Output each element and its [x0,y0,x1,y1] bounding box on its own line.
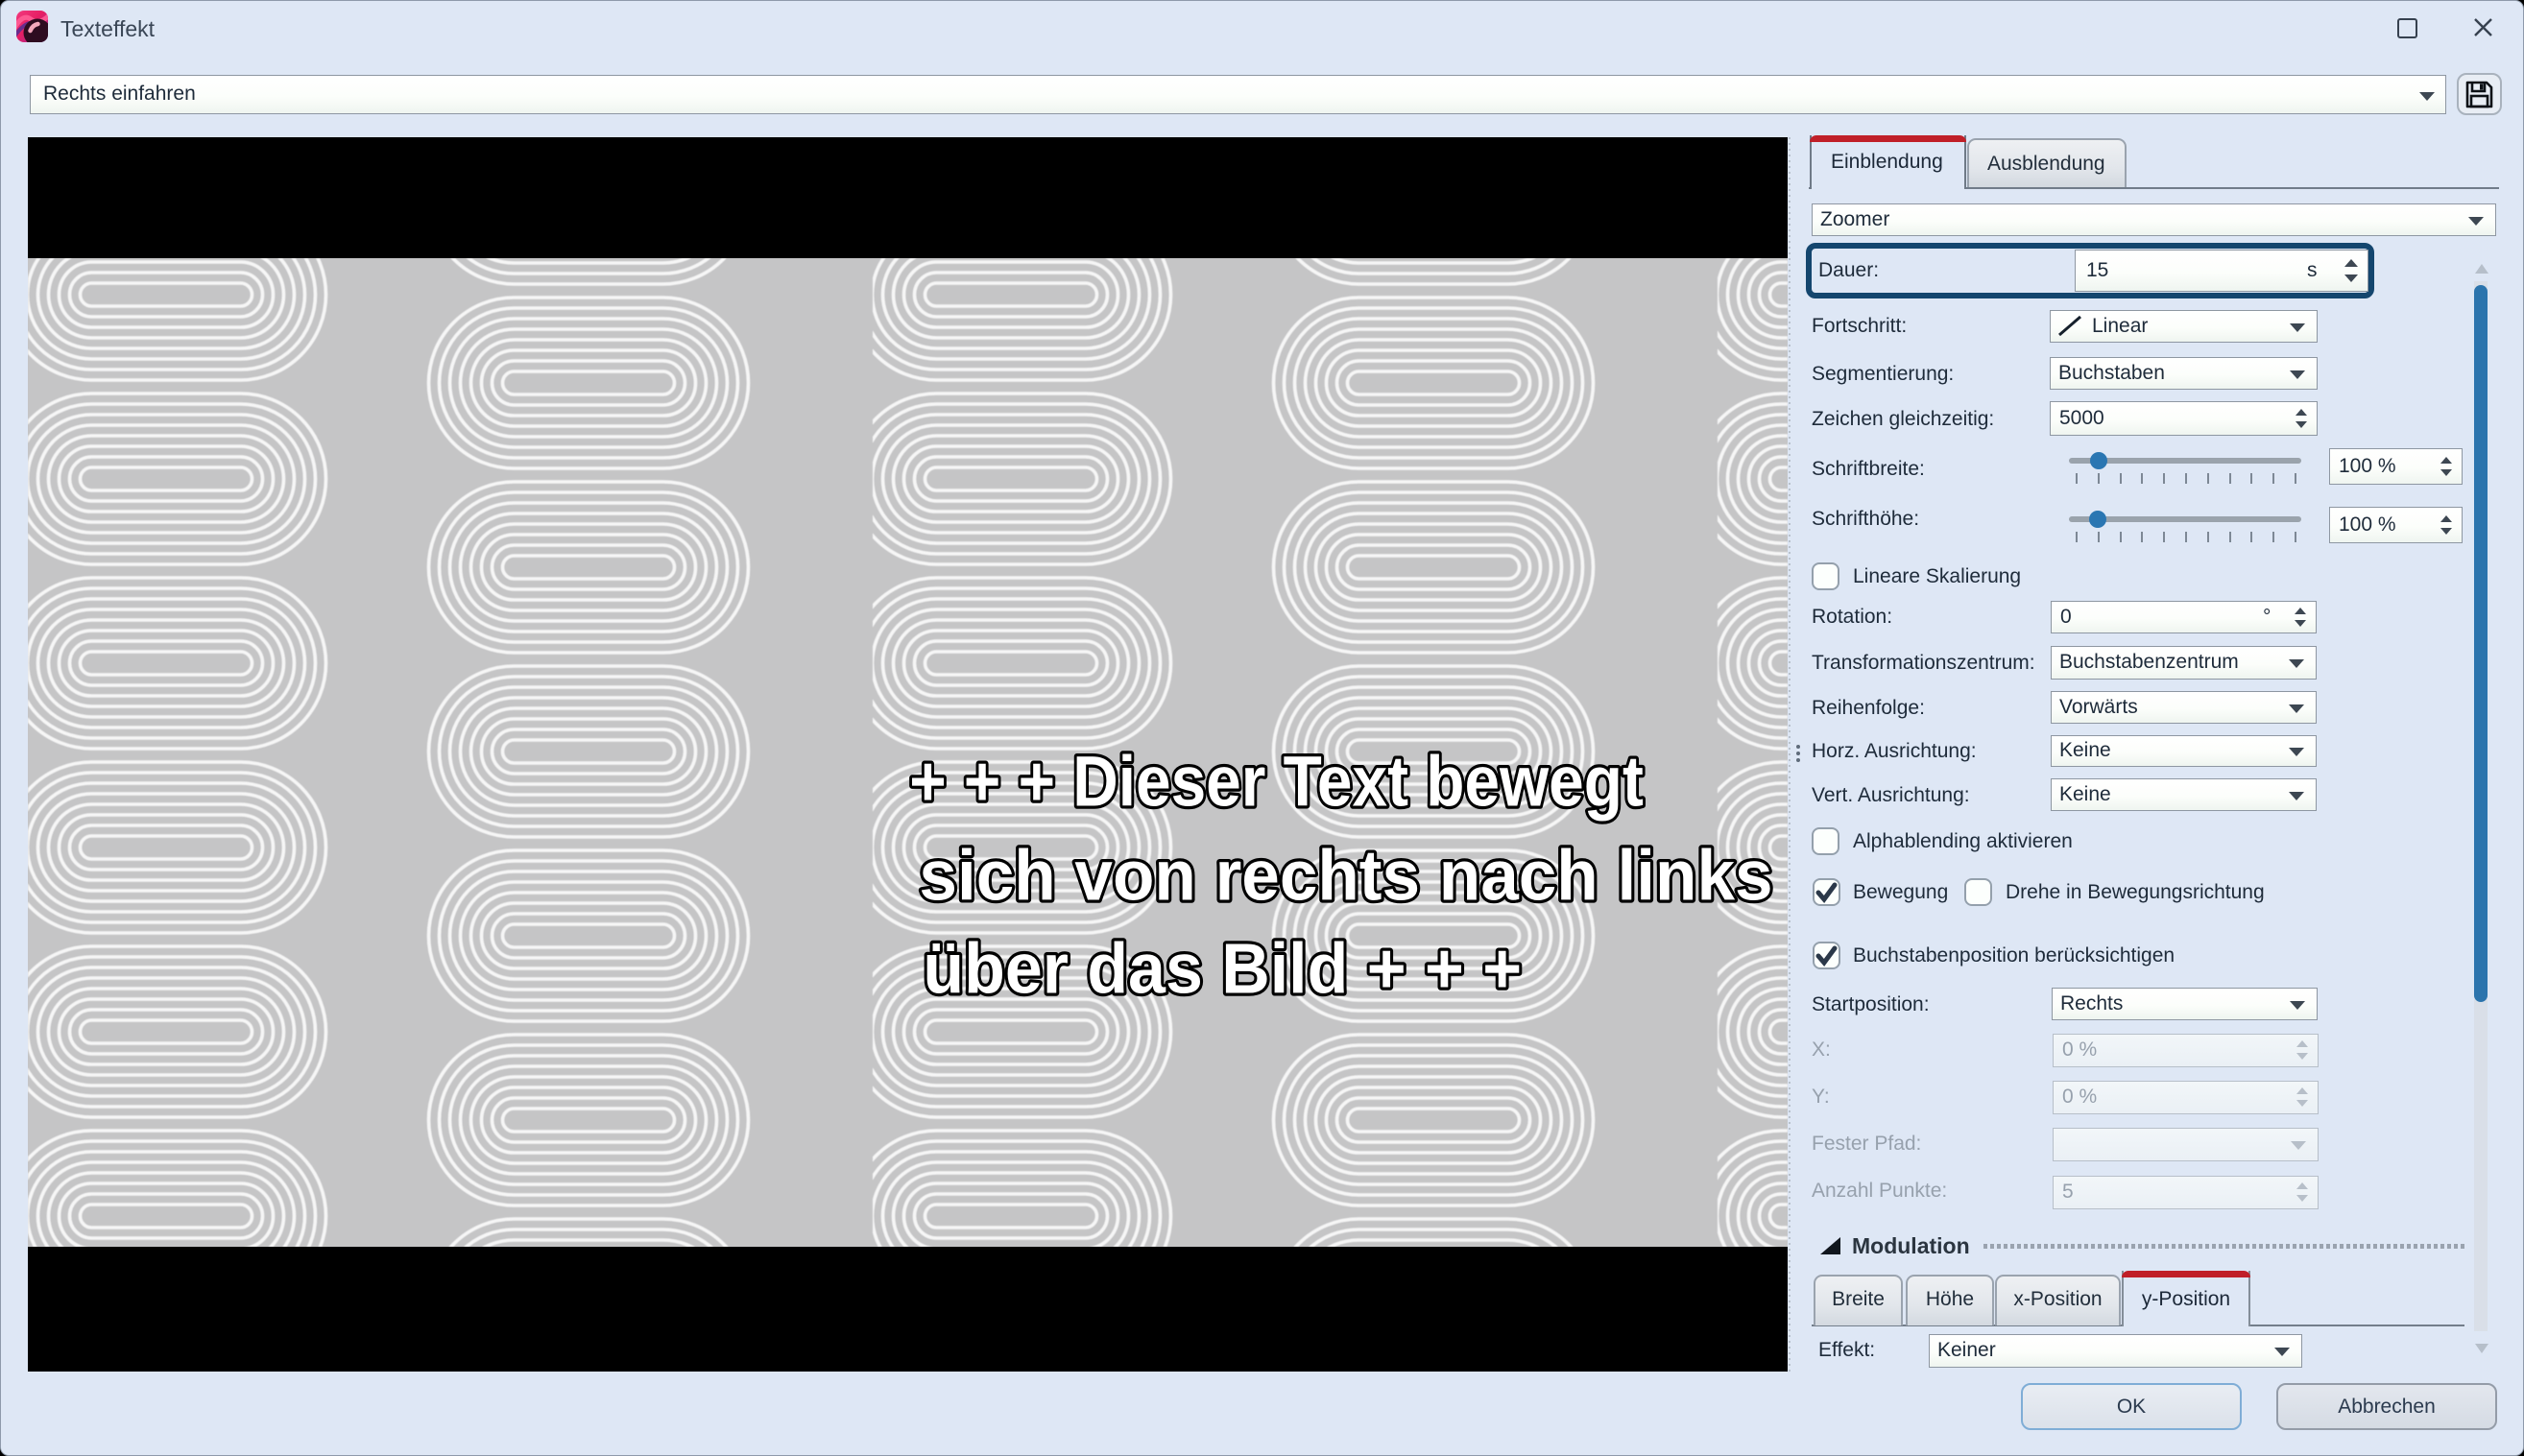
svg-text:sich von rechts nach links: sich von rechts nach links [919,836,1772,916]
svg-text:über das Bild + + +: über das Bild + + + [923,930,1522,1009]
svg-text:+ + + Dieser Text bewegt: + + + Dieser Text bewegt [909,742,1644,821]
